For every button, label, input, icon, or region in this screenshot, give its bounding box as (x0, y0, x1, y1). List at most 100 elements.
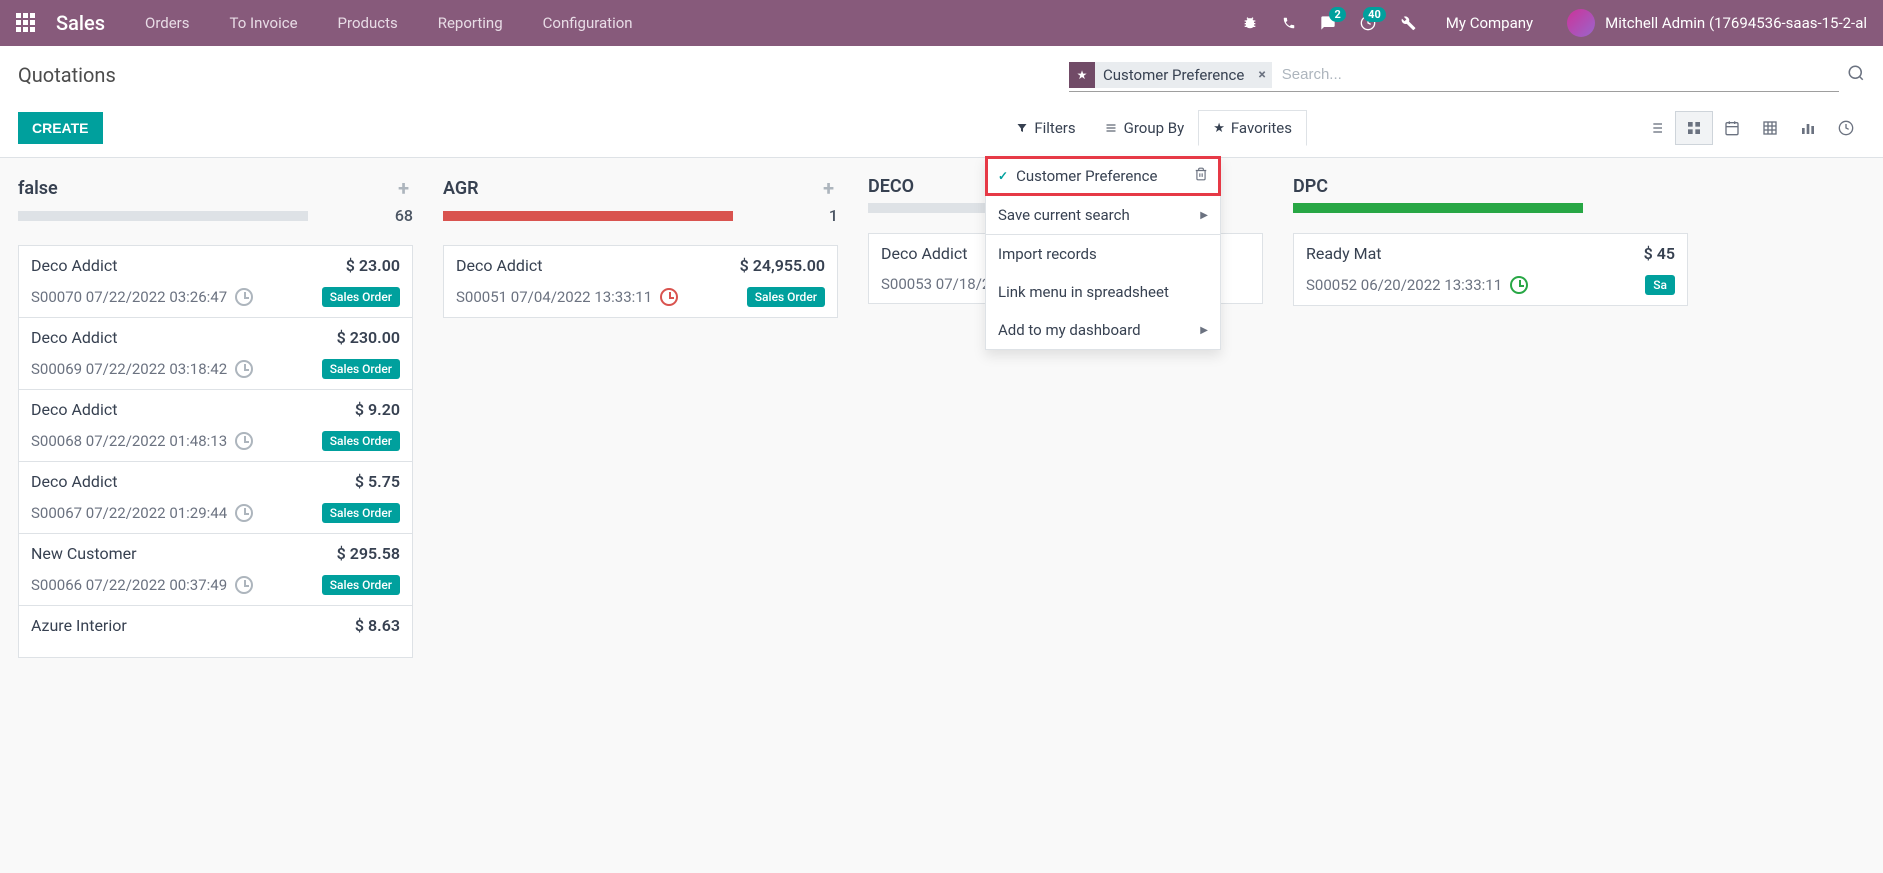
star-icon: ★ (1213, 121, 1225, 136)
progress-bar (443, 211, 733, 221)
kanban-column: DPC Ready Mat $ 45 S00052 06/20/2022 13:33:… (1293, 176, 1688, 305)
check-icon: ✓ (998, 169, 1008, 183)
add-card-icon[interactable]: + (823, 176, 834, 200)
import-records[interactable]: Import records (986, 235, 1220, 273)
username[interactable]: Mitchell Admin (17694536-saas-15-2-al (1605, 14, 1867, 32)
card-reference: S00052 06/20/2022 13:33:11 (1306, 276, 1502, 294)
kanban-view-icon[interactable] (1675, 111, 1713, 145)
trash-icon[interactable] (1194, 167, 1208, 185)
column-count: 68 (395, 206, 413, 225)
calendar-view-icon[interactable] (1713, 111, 1751, 145)
kanban-card[interactable]: Azure Interior$ 8.63 (18, 605, 413, 658)
group-by-button[interactable]: Group By (1090, 111, 1199, 145)
favorites-dropdown: ✓ Customer Preference Save current searc… (985, 156, 1221, 350)
clock-icon (660, 288, 678, 306)
card-amount: $ 23.00 (346, 256, 400, 275)
card-reference: S00066 07/22/2022 00:37:49 (31, 576, 227, 594)
card-amount: $ 8.63 (355, 616, 400, 635)
kanban-card[interactable]: Deco Addict$ 230.00S00069 07/22/2022 03:… (18, 317, 413, 390)
save-current-search[interactable]: Save current search ▶ (986, 196, 1220, 234)
column-title[interactable]: DECO (868, 176, 914, 197)
card-customer: Deco Addict (31, 328, 117, 347)
card-customer: Deco Addict (31, 472, 117, 491)
column-count: 1 (829, 206, 838, 225)
favorite-customer-preference[interactable]: ✓ Customer Preference (986, 157, 1220, 195)
search-bar[interactable]: ★ Customer Preference × (1069, 58, 1839, 92)
graph-view-icon[interactable] (1789, 111, 1827, 145)
nav-orders[interactable]: Orders (145, 14, 190, 32)
card-amount: $ 5.75 (355, 472, 400, 491)
card-amount: $ 9.20 (355, 400, 400, 419)
nav-to-invoice[interactable]: To Invoice (230, 14, 298, 32)
card-amount: $ 24,955.00 (740, 256, 825, 275)
card-amount: $ 45 (1644, 244, 1675, 263)
add-dashboard-label: Add to my dashboard (998, 321, 1141, 339)
clock-icon (235, 360, 253, 378)
tools-icon[interactable] (1400, 15, 1416, 31)
main-navbar: Sales Orders To Invoice Products Reporti… (0, 0, 1883, 46)
filters-button[interactable]: Filters (1002, 111, 1089, 145)
chevron-right-icon: ▶ (1200, 210, 1208, 221)
debug-icon[interactable] (1242, 15, 1258, 31)
nav-reporting[interactable]: Reporting (438, 14, 503, 32)
column-title[interactable]: DPC (1293, 176, 1328, 197)
add-to-dashboard[interactable]: Add to my dashboard ▶ (986, 311, 1220, 349)
column-title[interactable]: false (18, 178, 58, 199)
favorites-button[interactable]: ★ Favorites (1198, 110, 1307, 146)
app-name[interactable]: Sales (56, 11, 105, 35)
facet-remove[interactable]: × (1252, 62, 1271, 88)
pivot-view-icon[interactable] (1751, 111, 1789, 145)
card-reference: S00070 07/22/2022 03:26:47 (31, 288, 227, 306)
import-records-label: Import records (998, 245, 1097, 263)
activity-view-icon[interactable] (1827, 111, 1865, 145)
messages-icon[interactable]: 2 (1320, 15, 1336, 31)
save-search-label: Save current search (998, 206, 1130, 224)
status-badge: Sales Order (747, 287, 825, 307)
card-customer: Deco Addict (456, 256, 542, 275)
link-menu-spreadsheet[interactable]: Link menu in spreadsheet (986, 273, 1220, 311)
clock-icon (235, 504, 253, 522)
kanban-card[interactable]: Deco Addict $ 5.75 S00067 07/22/2022 01:29… (18, 461, 413, 534)
apps-icon[interactable] (16, 13, 36, 33)
card-reference: S00053 07/18/20 (881, 275, 999, 293)
clock-icon (235, 432, 253, 450)
status-badge: Sa (1645, 275, 1675, 295)
status-badge: Sales Order (322, 359, 400, 379)
card-customer: Deco Addict (881, 244, 967, 263)
card-customer: Deco Addict (31, 400, 117, 419)
kanban-card[interactable]: Deco Addict $ 9.20 S00068 07/22/2022 01:48… (18, 389, 413, 462)
kanban-card[interactable]: Deco Addict $ 23.00 S00070 07/22/2022 03:2… (18, 245, 413, 318)
card-customer: Deco Addict (31, 256, 117, 275)
create-button[interactable]: CREATE (18, 112, 103, 144)
status-badge: Sales Order (322, 431, 400, 451)
company-selector[interactable]: My Company (1446, 14, 1533, 32)
link-menu-label: Link menu in spreadsheet (998, 283, 1169, 301)
card-customer: Ready Mat (1306, 244, 1382, 263)
card-reference: S00067 07/22/2022 01:29:44 (31, 504, 227, 522)
nav-configuration[interactable]: Configuration (543, 14, 633, 32)
kanban-column: AGR+1Deco Addict$ 24,955.00S00051 07/04/… (443, 176, 838, 317)
card-reference: S00068 07/22/2022 01:48:13 (31, 432, 227, 450)
add-card-icon[interactable]: + (398, 176, 409, 200)
facet-label: Customer Preference (1095, 62, 1252, 88)
control-panel: Quotations ★ Customer Preference × CREAT… (0, 46, 1883, 158)
search-input[interactable] (1272, 66, 1839, 83)
phone-icon[interactable] (1282, 16, 1296, 30)
activities-icon[interactable]: 40 (1360, 15, 1376, 31)
column-title[interactable]: AGR (443, 178, 479, 199)
card-customer: New Customer (31, 544, 137, 563)
star-icon: ★ (1069, 62, 1095, 88)
kanban-column: false +68 Deco Addict $ 23.00 S00070 07/22/2… (18, 176, 413, 657)
search-icon[interactable] (1847, 64, 1865, 87)
kanban-card[interactable]: New Customer$ 295.58S00066 07/22/2022 00… (18, 533, 413, 606)
clock-icon (235, 288, 253, 306)
card-amount: $ 230.00 (337, 328, 400, 347)
kanban-card[interactable]: Ready Mat $ 45 S00052 06/20/2022 13:33:11 S… (1293, 233, 1688, 306)
search-facet: ★ (1069, 62, 1095, 88)
clock-icon (235, 576, 253, 594)
kanban-card[interactable]: Deco Addict$ 24,955.00S00051 07/04/2022 … (443, 245, 838, 318)
list-view-icon[interactable] (1637, 111, 1675, 145)
messages-badge: 2 (1329, 7, 1345, 22)
nav-products[interactable]: Products (338, 14, 398, 32)
user-avatar[interactable] (1567, 9, 1595, 37)
